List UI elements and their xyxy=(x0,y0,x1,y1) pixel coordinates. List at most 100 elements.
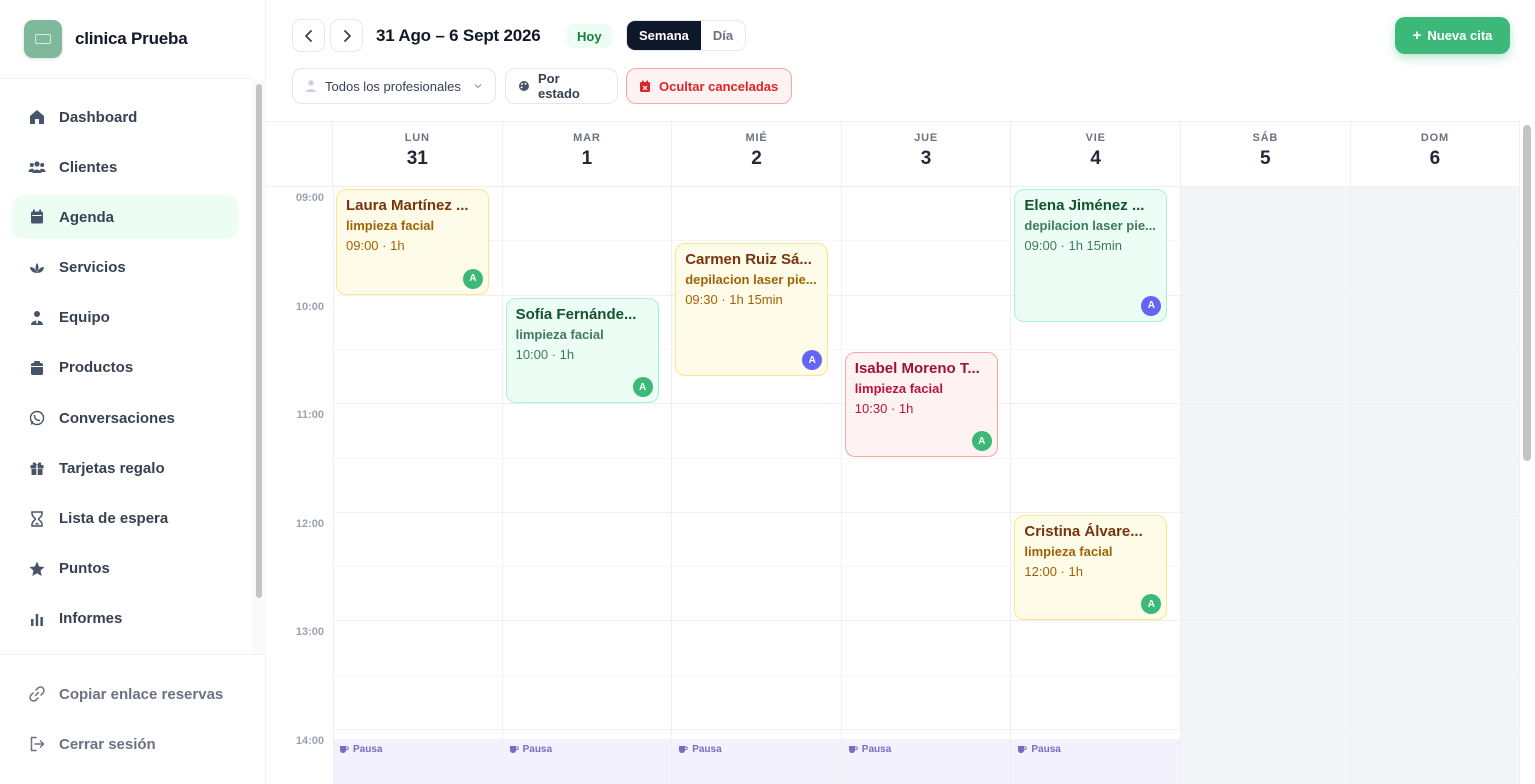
view-week-button[interactable]: Semana xyxy=(627,21,701,50)
appointment-card[interactable]: Isabel Moreno T... limpieza facial 10:30 ·… xyxy=(844,351,998,458)
new-appointment-button[interactable]: + Nueva cita xyxy=(1395,17,1510,54)
day-header-dom[interactable]: DOM 6 xyxy=(1350,122,1521,187)
appointment-service: limpieza facial xyxy=(515,326,604,342)
sidebar-item-equipo[interactable]: Equipo xyxy=(12,296,238,340)
appointment-service: limpieza facial xyxy=(346,218,435,233)
appointment-card[interactable]: Laura Martínez ... limpieza facial 09:00 ·… xyxy=(336,189,489,295)
nav-divider-bottom xyxy=(0,654,266,655)
view-day-button[interactable]: Día xyxy=(701,21,745,50)
column-divider xyxy=(1519,187,1521,784)
appointment-card[interactable]: Carmen Ruiz Sá... depilacion laser pie...… xyxy=(675,243,829,377)
sidebar-item-informes[interactable]: Informes xyxy=(12,597,238,641)
home-icon xyxy=(28,108,46,126)
pause-label-text: Pausa xyxy=(861,744,892,755)
calendar-x-icon xyxy=(640,80,650,92)
chevron-right-icon xyxy=(343,29,351,42)
day-header-mié[interactable]: MIÉ 2 xyxy=(672,122,842,187)
sidebar-item-conversaciones[interactable]: Conversaciones xyxy=(12,396,238,440)
professional-avatar: A xyxy=(632,377,653,398)
appointment-client-name: Carmen Ruiz Sá... xyxy=(685,251,812,269)
nav-item-label: Agenda xyxy=(59,208,115,226)
bar-chart-icon xyxy=(28,610,46,628)
day-header-sáb[interactable]: SÁB 5 xyxy=(1181,122,1351,187)
day-name: MAR xyxy=(573,132,601,144)
sidebar-item-agenda[interactable]: Agenda xyxy=(12,195,238,240)
nav-item-label: Cerrar sesión xyxy=(59,735,156,753)
day-header-lun[interactable]: LUN 31 xyxy=(333,122,503,187)
staff-icon xyxy=(28,309,46,327)
sidebar-scrollbar[interactable] xyxy=(256,84,262,598)
appointment-service: limpieza facial xyxy=(854,380,943,396)
nav-item-label: Informes xyxy=(59,610,123,628)
professionals-select[interactable]: Todos los profesionales xyxy=(292,68,496,104)
appointment-card[interactable]: Elena Jiménez ... depilacion laser pie...… xyxy=(1014,189,1168,322)
spa-icon xyxy=(28,259,46,277)
time-label: 12:00 xyxy=(295,517,324,530)
column-divider xyxy=(840,187,842,784)
next-week-button[interactable] xyxy=(330,19,363,52)
week-calendar: LUN 31 MAR 1 MIÉ 2 JUE 3 VIE 4 SÁB 5 DOM 6 09:00 10:00 1… xyxy=(266,121,1521,784)
appointment-card[interactable]: Cristina Álvare... limpieza facial 12:00 ·… xyxy=(1014,514,1168,621)
sidebar-item-puntos[interactable]: Puntos xyxy=(12,547,238,591)
time-gutter-header xyxy=(266,122,333,187)
prev-week-button[interactable] xyxy=(292,19,325,52)
hide-cancelled-label: Ocultar canceladas xyxy=(659,78,779,94)
brand[interactable]: clinica Prueba xyxy=(24,20,188,58)
nav-item-label: Clientes xyxy=(59,158,118,176)
sidebar-item-tarjetas-regalo[interactable]: Tarjetas regalo xyxy=(12,446,238,490)
half-hour-line xyxy=(333,240,1521,242)
appointment-time: 09:00 · 1h 15min xyxy=(1024,238,1122,253)
appointment-client-name: Elena Jiménez ... xyxy=(1024,197,1145,214)
sidebar-item-clientes[interactable]: Clientes xyxy=(12,145,238,189)
by-status-button[interactable]: Por estado xyxy=(505,68,618,104)
nav-divider-top xyxy=(0,78,252,79)
hour-line xyxy=(333,620,1521,622)
column-divider xyxy=(1349,187,1351,784)
sidebar-item-dashboard[interactable]: Dashboard xyxy=(12,95,238,139)
sidebar-item-productos[interactable]: Productos xyxy=(12,346,238,390)
nav-item-label: Conversaciones xyxy=(59,409,175,427)
today-button[interactable]: Hoy xyxy=(567,24,612,48)
sidebar-item-servicios[interactable]: Servicios xyxy=(12,246,238,290)
appointment-card[interactable]: Sofía Fernánde... limpieza facial 10:00 · … xyxy=(505,297,659,404)
appointment-client-name: Cristina Álvare... xyxy=(1024,522,1143,540)
sidebar-item-copiar-enlace-reservas[interactable]: Copiar enlace reservas xyxy=(12,672,238,716)
column-divider xyxy=(333,187,334,784)
weekend-column xyxy=(1181,187,1521,784)
appointment-service: limpieza facial xyxy=(1024,543,1113,559)
users-icon xyxy=(28,158,46,176)
nav-item-label: Servicios xyxy=(59,259,126,277)
nav-item-label: Tarjetas regalo xyxy=(59,459,165,477)
day-header-vie[interactable]: VIE 4 xyxy=(1011,122,1181,187)
professionals-select-value: Todos los profesionales xyxy=(325,78,461,94)
appointment-client-name: Laura Martínez ... xyxy=(346,197,469,214)
hide-cancelled-button[interactable]: Ocultar canceladas xyxy=(626,68,792,104)
time-label: 10:00 xyxy=(295,300,324,313)
sidebar-item-cerrar-sesion[interactable]: Cerrar sesión xyxy=(12,722,238,766)
nav-item-label: Dashboard xyxy=(59,108,138,126)
pause-label: Pausa xyxy=(509,744,552,755)
nav-item-label: Puntos xyxy=(59,560,110,578)
nav-item-label: Equipo xyxy=(59,309,110,327)
pause-label-text: Pausa xyxy=(522,744,553,755)
day-name: MIÉ xyxy=(745,132,768,144)
day-date: 1 xyxy=(581,148,593,169)
appointment-time: 09:00 · 1h xyxy=(346,238,405,253)
day-header-jue[interactable]: JUE 3 xyxy=(841,122,1012,187)
appointment-service: depilacion laser pie... xyxy=(685,272,817,288)
hour-line xyxy=(333,294,1521,296)
hour-line xyxy=(333,186,1521,187)
sidebar-item-lista-de-espera[interactable]: Lista de espera xyxy=(12,497,238,541)
column-divider xyxy=(1010,187,1012,784)
palette-icon xyxy=(518,81,529,91)
day-header-mar[interactable]: MAR 1 xyxy=(502,122,673,187)
calendar-scrollbar[interactable] xyxy=(1523,125,1531,461)
column-divider xyxy=(501,187,503,784)
calendar-icon xyxy=(28,208,46,226)
by-status-label: Por estado xyxy=(537,71,580,101)
coffee-icon xyxy=(340,746,349,753)
day-name: LUN xyxy=(404,132,430,144)
coffee-icon xyxy=(679,746,688,753)
clinic-name: clinica Prueba xyxy=(75,29,188,48)
time-label: 14:00 xyxy=(295,735,324,747)
